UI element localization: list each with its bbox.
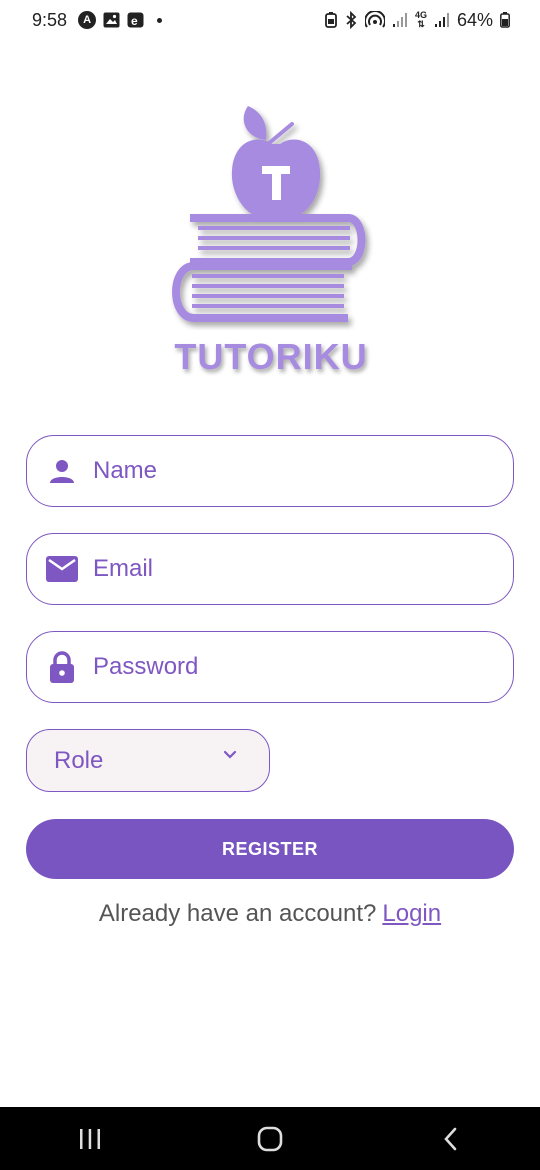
app-logo: TUTORIKU	[168, 100, 374, 382]
login-link[interactable]: Login	[382, 900, 441, 927]
role-selected-value: Role	[54, 746, 104, 774]
name-field[interactable]: Name	[26, 435, 514, 507]
chevron-down-icon	[221, 748, 239, 762]
email-placeholder: Email	[93, 555, 154, 582]
svg-text:e: e	[131, 14, 138, 28]
app-notification-icon: A	[78, 11, 97, 29]
status-bar: 9:58 A e 4G ⇅ 64%	[0, 0, 540, 40]
login-prompt-text: Already have an account?	[98, 900, 377, 927]
battery-percent: 64%	[456, 9, 493, 30]
network-type-label: 4G ⇅	[414, 10, 427, 29]
name-placeholder: Name	[93, 457, 158, 484]
brand-name: TUTORIKU	[174, 336, 368, 377]
gallery-notification-icon	[103, 12, 120, 28]
password-field[interactable]: Password	[26, 631, 514, 703]
status-time: 9:58	[32, 9, 68, 30]
books-apple-emblem-icon	[172, 106, 366, 322]
status-bar-right: 4G ⇅ 64%	[325, 10, 510, 31]
register-button[interactable]: REGISTER	[26, 819, 514, 879]
role-dropdown[interactable]: Role	[26, 729, 270, 792]
signal-strong-icon	[434, 12, 450, 28]
register-screen: 9:58 A e 4G ⇅ 64% TUTORIKU Name Email Pa…	[0, 0, 540, 1170]
home-icon[interactable]	[240, 1107, 300, 1170]
recents-icon[interactable]	[60, 1107, 120, 1170]
email-field[interactable]: Email	[26, 533, 514, 605]
bluetooth-icon	[344, 11, 358, 29]
lock-icon	[45, 650, 79, 684]
status-bar-left: 9:58 A e	[32, 9, 163, 31]
back-icon[interactable]	[420, 1107, 480, 1170]
e-notification-icon: e	[127, 12, 144, 28]
hotspot-icon	[364, 11, 385, 29]
battery-saver-icon	[325, 12, 337, 28]
more-notifications-dot	[157, 17, 163, 23]
system-navigation-bar	[0, 1107, 540, 1170]
battery-icon	[500, 12, 510, 28]
envelope-icon	[45, 552, 79, 586]
login-prompt: Already have an account? Login	[0, 900, 540, 928]
signal-weak-icon	[392, 12, 408, 28]
person-icon	[45, 454, 79, 488]
password-placeholder: Password	[93, 653, 199, 680]
